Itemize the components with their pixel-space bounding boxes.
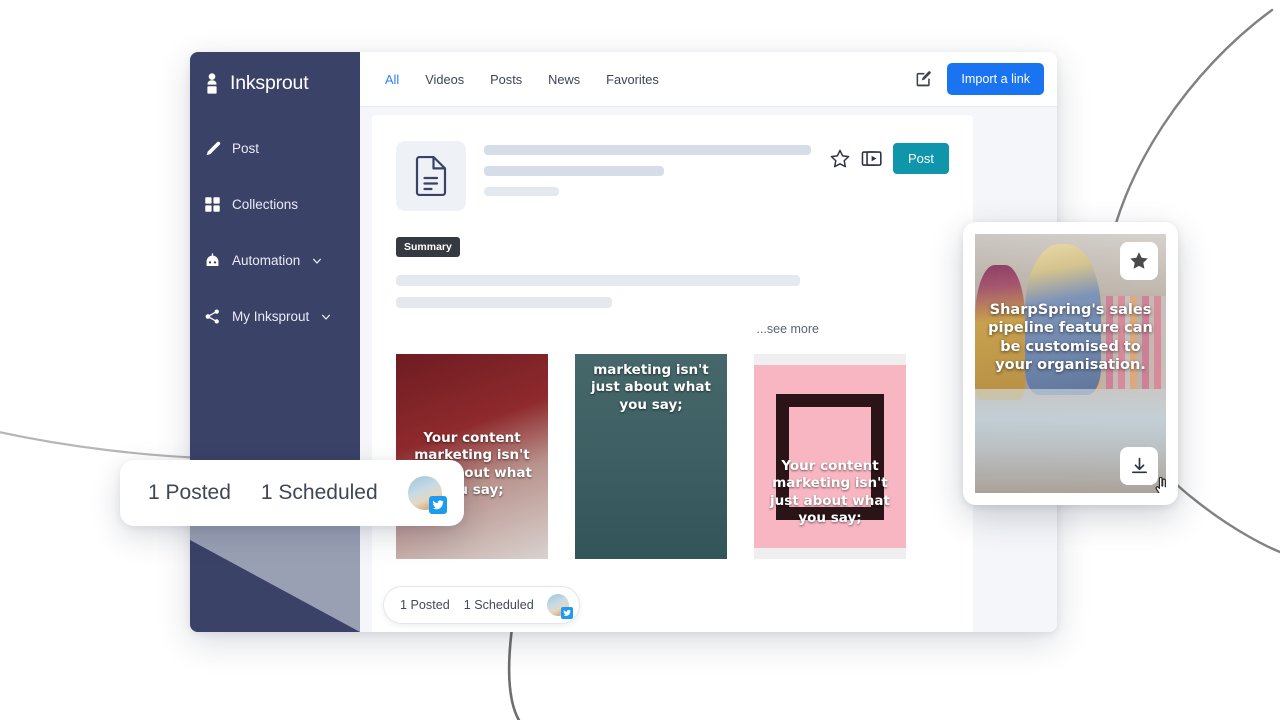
- post-button[interactable]: Post: [892, 143, 949, 174]
- sidebar: Inksprout Post Collections Automation My…: [190, 52, 360, 632]
- scheduled-count: 1 Scheduled: [463, 598, 534, 612]
- brand-name: Inksprout: [230, 72, 309, 94]
- card-header: Post: [396, 141, 949, 211]
- import-a-link-button[interactable]: Import a link: [947, 63, 1044, 95]
- tab-posts[interactable]: Posts: [479, 66, 533, 93]
- status-pill-texts: 1 Posted 1 Scheduled: [400, 598, 534, 612]
- thumbnail-caption: Your content marketing isn't just about …: [770, 458, 890, 526]
- pointer-hand-cursor-icon: [1155, 477, 1166, 493]
- sidebar-item-label: Automation: [232, 253, 301, 268]
- content-area: Post Summary ...see more Your content ma…: [360, 107, 1057, 632]
- posted-count: 1 Posted: [148, 481, 231, 504]
- grid-icon: [205, 197, 220, 212]
- floating-preview-card[interactable]: SharpSpring's sales pipeline feature can…: [963, 222, 1178, 505]
- chevron-down-icon: [322, 314, 331, 320]
- document-thumbnail: [396, 141, 466, 211]
- favorite-button[interactable]: [1120, 242, 1158, 280]
- header-skeleton-lines: [484, 141, 811, 207]
- topbar: All Videos Posts News Favorites Import a…: [360, 52, 1057, 107]
- summary-badge: Summary: [396, 237, 460, 257]
- status-pill-texts: 1 Posted 1 Scheduled: [148, 481, 378, 505]
- skeleton-line: [484, 166, 664, 176]
- robot-icon: [206, 253, 219, 267]
- tab-news[interactable]: News: [537, 66, 591, 93]
- tab-videos[interactable]: Videos: [414, 66, 475, 93]
- status-pill-small[interactable]: 1 Posted 1 Scheduled: [383, 586, 580, 624]
- sidebar-item-label: Post: [232, 141, 260, 156]
- sidebar-item-label: My Inksprout: [232, 309, 310, 324]
- skeleton-line: [484, 187, 560, 196]
- share-icon: [205, 309, 219, 324]
- topbar-actions: Import a link: [914, 63, 1044, 95]
- tab-favorites[interactable]: Favorites: [595, 66, 670, 93]
- preview-caption: SharpSpring's sales pipeline feature can…: [988, 302, 1153, 373]
- thumbnail-teal-room[interactable]: marketing isn't just about what you say;: [575, 354, 727, 559]
- download-button[interactable]: [1120, 447, 1158, 485]
- app-window: Inksprout Post Collections Automation My…: [190, 52, 1057, 632]
- sidebar-item-post[interactable]: Post: [190, 131, 360, 166]
- twitter-bird-glyph: [563, 609, 571, 616]
- sidebar-item-my-inksprout[interactable]: My Inksprout: [190, 299, 360, 334]
- avatar-with-network-badge: [546, 594, 573, 619]
- thumbnail-red-curtain[interactable]: Your content marketing isn't just about …: [396, 354, 548, 559]
- star-filled-icon: [1130, 252, 1148, 269]
- thumbnail-pink-frame[interactable]: Your content marketing isn't just about …: [754, 354, 906, 559]
- inksprout-logo-icon: [207, 72, 217, 94]
- sidebar-item-collections[interactable]: Collections: [190, 187, 360, 222]
- skeleton-line: [396, 275, 800, 286]
- document-text-icon: [415, 156, 447, 196]
- twitter-icon: [428, 496, 447, 514]
- thumbnail-caption: marketing isn't just about what you say;: [591, 362, 711, 413]
- tab-all[interactable]: All: [374, 65, 411, 93]
- sidebar-item-label: Collections: [232, 197, 299, 212]
- twitter-icon: [560, 607, 573, 619]
- avatar-with-network-badge: [407, 476, 447, 514]
- card-actions: Post: [829, 141, 949, 174]
- status-pill-large[interactable]: 1 Posted 1 Scheduled: [120, 460, 464, 526]
- main-column: All Videos Posts News Favorites Import a…: [360, 52, 1057, 632]
- skeleton-line: [396, 297, 612, 308]
- video-stack-icon[interactable]: [861, 148, 883, 170]
- see-more-link[interactable]: ...see more: [396, 322, 949, 336]
- thumbnail-row: Your content marketing isn't just about …: [396, 354, 949, 559]
- body-skeleton-lines: [396, 275, 949, 308]
- skeleton-line: [484, 145, 811, 155]
- download-icon: [1131, 457, 1147, 473]
- preview-image: SharpSpring's sales pipeline feature can…: [975, 234, 1166, 493]
- sidebar-item-automation[interactable]: Automation: [190, 243, 360, 278]
- pencil-icon: [206, 141, 221, 156]
- screenshot-root: Inksprout Post Collections Automation My…: [0, 0, 1280, 720]
- content-card: Post Summary ...see more Your content ma…: [372, 115, 973, 632]
- sidebar-diagonal-decoration: [190, 522, 360, 632]
- chevron-down-icon: [313, 258, 322, 264]
- tab-bar: All Videos Posts News Favorites: [374, 65, 670, 93]
- brand: Inksprout: [190, 52, 360, 95]
- posted-count: 1 Posted: [400, 598, 450, 612]
- star-outline-icon[interactable]: [829, 148, 851, 170]
- scheduled-count: 1 Scheduled: [260, 481, 378, 504]
- twitter-bird-glyph: [432, 500, 444, 510]
- compose-pencil-square-icon[interactable]: [914, 70, 933, 89]
- sidebar-nav: Post Collections Automation My Inksprout: [190, 131, 360, 334]
